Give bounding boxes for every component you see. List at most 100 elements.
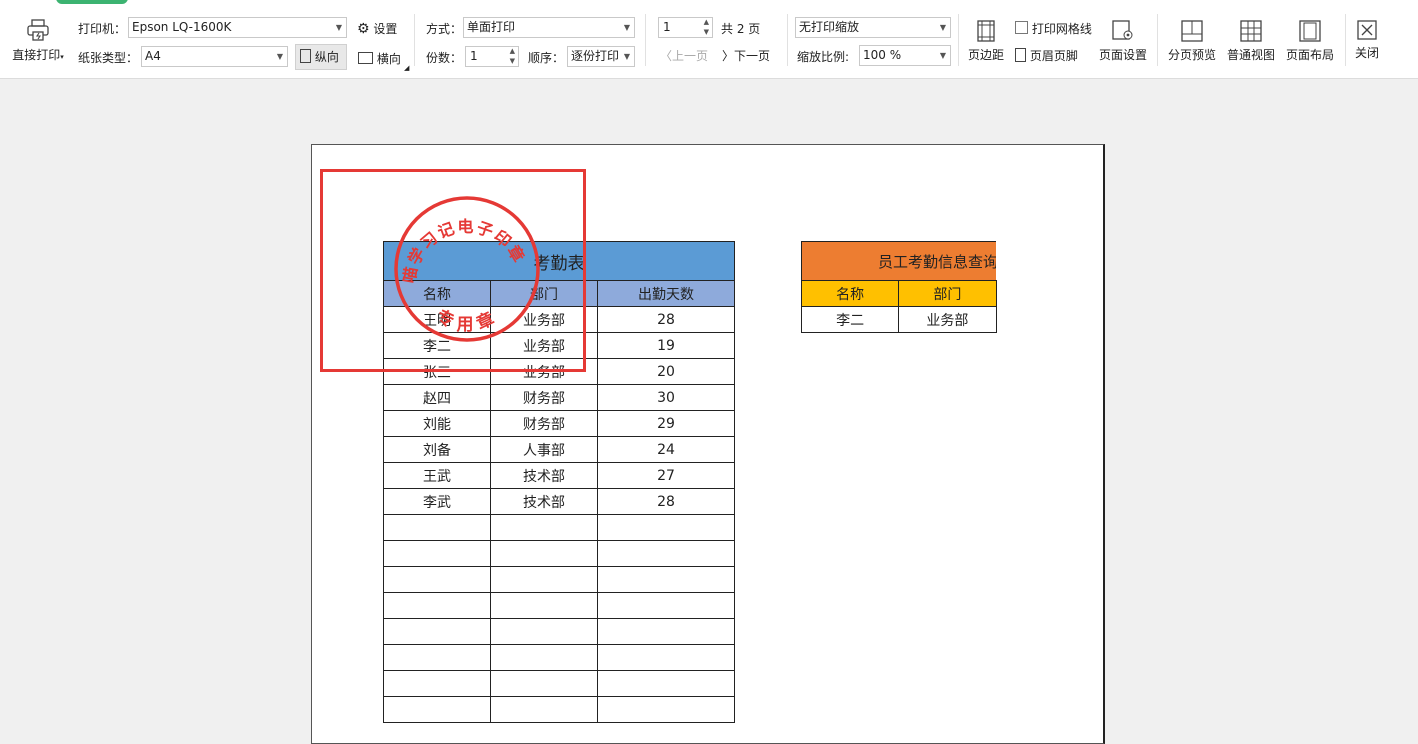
chevron-down-icon: ▾ (60, 53, 64, 61)
next-page-button[interactable]: 〉下一页 (722, 47, 770, 64)
empty-table-row (383, 618, 735, 645)
landscape-label: 横向 (376, 52, 401, 66)
svg-text:喵学习记电子印章: 喵学习记电子印章 (399, 217, 529, 285)
table-cell (597, 540, 735, 567)
print-gridlines-checkbox[interactable]: 打印网格线 (1015, 20, 1092, 37)
page-layout-button[interactable]: 页面布局 (1283, 20, 1337, 63)
attendance-query-table: 员工考勤信息查询 名称 部门 李二 业务部 (800, 241, 997, 333)
direct-print-label: 直接打印 (12, 48, 61, 62)
header-footer-button[interactable]: 页眉页脚 (1015, 47, 1078, 64)
chevron-left-icon: 〈 (660, 49, 673, 63)
header-footer-label: 页眉页脚 (1029, 49, 1078, 63)
table-cell: 20 (597, 358, 735, 385)
empty-table-row (383, 592, 735, 619)
print-gridlines-label: 打印网格线 (1031, 22, 1092, 36)
page-setup-button[interactable]: 页面设置 (1096, 20, 1150, 63)
print-preview-toolbar: 直接打印▾ 打印机： Epson LQ-1600K ▼ ⚙ 设置 纸张类型： A4… (0, 0, 1418, 79)
copies-stepper[interactable]: 1 ▲ ▼ (465, 46, 519, 67)
order-select[interactable]: 逐份打印 ▼ (567, 46, 635, 67)
empty-table-row (383, 696, 735, 723)
table-cell: 李二 (800, 306, 900, 333)
table-cell (597, 696, 735, 723)
header-cell: 部门 (898, 280, 997, 307)
order-value: 逐份打印 (571, 49, 620, 63)
table-cell (383, 696, 491, 723)
table-cell (490, 592, 598, 619)
zoom-value: 100 % (863, 48, 902, 62)
table-cell: 技术部 (490, 462, 598, 489)
mode-select[interactable]: 单面打印 ▼ (463, 17, 635, 38)
chevron-down-icon[interactable]: ▼ (704, 28, 709, 37)
paper-type-label: 纸张类型： (78, 51, 139, 65)
table-cell (597, 592, 735, 619)
printer-label: 打印机： (78, 22, 127, 36)
table-cell (490, 618, 598, 645)
prev-page-label: 上一页 (672, 49, 709, 63)
zoom-select[interactable]: 100 % ▼ (859, 45, 951, 66)
table-cell (383, 644, 491, 671)
settings-button[interactable]: ⚙ 设置 (357, 20, 397, 37)
table-cell (383, 670, 491, 697)
landscape-button[interactable]: 横向 (358, 50, 401, 67)
table-cell: 29 (597, 410, 735, 437)
table-row: 李武 技术部 28 (383, 488, 735, 515)
empty-table-row (383, 514, 735, 541)
normal-view-button[interactable]: 普通视图 (1225, 20, 1277, 63)
empty-table-row (383, 670, 735, 697)
table-cell (597, 670, 735, 697)
table-cell: 财务部 (490, 410, 598, 437)
empty-table-row (383, 644, 735, 671)
page-break-preview-icon (1181, 20, 1203, 42)
portrait-button[interactable]: 纵向 (295, 44, 347, 70)
normal-view-icon (1240, 20, 1262, 42)
page-portrait-icon (300, 49, 311, 63)
printer-select-value: Epson LQ-1600K (132, 20, 232, 34)
close-icon (1357, 20, 1377, 40)
table-cell: 28 (597, 488, 735, 515)
table-cell (490, 540, 598, 567)
attendance-query-header: 名称 部门 (800, 280, 997, 307)
table-cell: 王武 (383, 462, 491, 489)
chevron-right-icon: 〉 (722, 49, 735, 63)
prev-page-button[interactable]: 〈上一页 (660, 47, 708, 64)
page-number-value: 1 (663, 20, 671, 34)
table-cell: 技术部 (490, 488, 598, 515)
total-pages: 共 2 页 (721, 22, 761, 36)
paper-type-select[interactable]: A4 ▼ (141, 46, 288, 67)
tab-badge (56, 0, 128, 4)
paper-type-value: A4 (145, 49, 161, 63)
header-cell: 名称 (800, 280, 900, 307)
page-layout-label: 页面布局 (1285, 48, 1334, 62)
scale-mode-select[interactable]: 无打印缩放 ▼ (795, 17, 951, 38)
print-preview-page: 考勤表 名称 部门 出勤天数 王明 业务部 28 李二 业务部 19 张三 业务部 20 赵四 财务… (311, 144, 1105, 744)
close-button[interactable]: 关闭 (1350, 20, 1384, 61)
chevron-down-icon[interactable]: ▼ (510, 57, 515, 66)
settings-label: 设置 (373, 22, 398, 36)
page-break-preview-button[interactable]: 分页预览 (1165, 20, 1219, 63)
copies-label: 份数： (426, 51, 463, 65)
table-row: 刘备 人事部 24 (383, 436, 735, 463)
chevron-down-icon: ▼ (623, 52, 630, 61)
table-cell: 财务部 (490, 384, 598, 411)
stamp-selection-box[interactable]: 喵学习记电子印章 专用章 (320, 169, 586, 372)
page-number-stepper[interactable]: 1 ▲ ▼ (658, 17, 713, 38)
table-cell: 业务部 (898, 306, 997, 333)
direct-print-button[interactable]: 直接打印▾ (8, 18, 68, 63)
empty-table-row (383, 540, 735, 567)
chevron-up-icon[interactable]: ▲ (510, 47, 515, 56)
dialog-launcher-icon[interactable]: ◢ (404, 64, 409, 72)
printer-select[interactable]: Epson LQ-1600K ▼ (128, 17, 347, 38)
table-cell (490, 566, 598, 593)
chevron-up-icon[interactable]: ▲ (704, 18, 709, 27)
table-cell (490, 670, 598, 697)
table-cell: 28 (597, 306, 735, 333)
table-row: 赵四 财务部 30 (383, 384, 735, 411)
red-seal-stamp: 喵学习记电子印章 专用章 (394, 196, 540, 342)
page-layout-icon (1299, 20, 1321, 42)
gear-icon: ⚙ (357, 21, 370, 37)
table-cell: 李武 (383, 488, 491, 515)
margins-button[interactable]: 页边距 (965, 20, 1007, 63)
table-cell: 刘能 (383, 410, 491, 437)
close-label: 关闭 (1354, 46, 1379, 60)
stamp-bottom-text: 专用章 (433, 306, 497, 335)
